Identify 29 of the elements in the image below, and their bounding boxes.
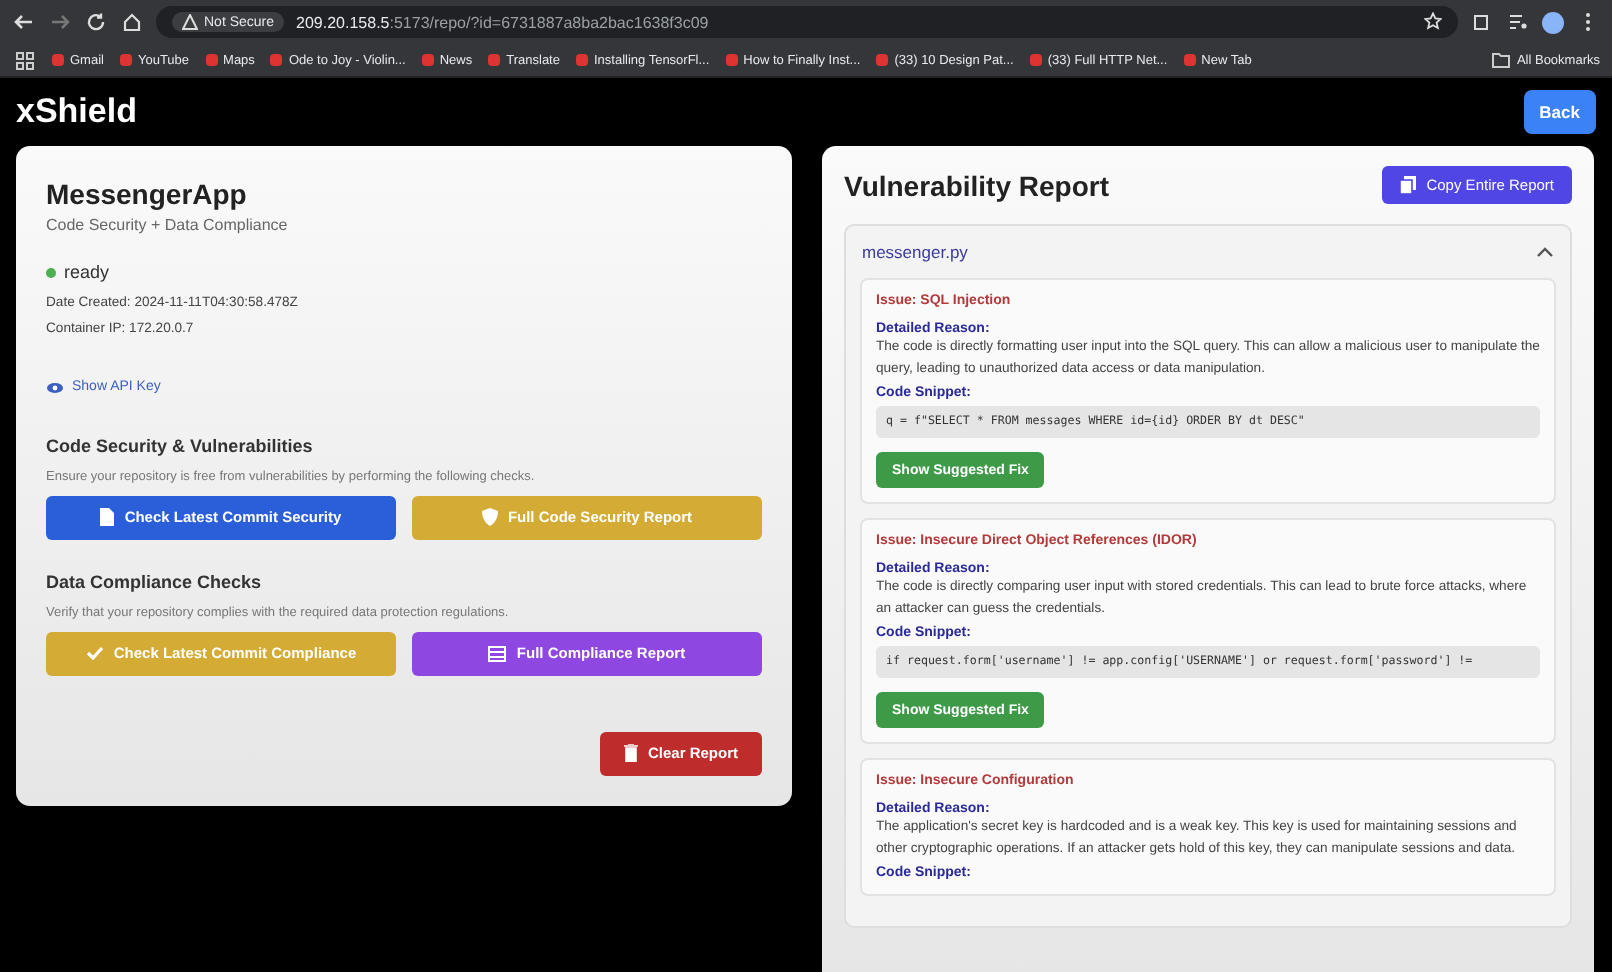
media-icon[interactable] xyxy=(1506,10,1530,34)
home-icon[interactable] xyxy=(120,10,144,34)
url-text: 209.20.158.5:5173/repo/?id=6731887a8ba2bac1638f3c09 xyxy=(296,13,711,31)
apps-grid-icon[interactable] xyxy=(12,48,36,72)
table-icon xyxy=(488,645,507,661)
shield-icon xyxy=(481,508,498,526)
folder-icon xyxy=(1492,52,1511,68)
reload-icon[interactable] xyxy=(84,10,108,34)
star-icon[interactable] xyxy=(1424,11,1442,33)
section-title: Data Compliance Checks xyxy=(46,571,264,591)
eye-icon xyxy=(46,381,64,393)
checkmark-icon xyxy=(85,646,104,660)
section-title: Code Security & Vulnerabilities xyxy=(46,435,315,455)
status-dot xyxy=(46,267,56,277)
accordion-header[interactable]: messenger.py xyxy=(860,226,1556,278)
copy-icon xyxy=(1400,176,1417,194)
back-button[interactable]: Back xyxy=(1523,90,1596,134)
app-logo-text: xShield xyxy=(16,92,137,132)
extensions-icon[interactable] xyxy=(1470,10,1494,34)
repository-subtitle: Code Security + Data Compliance xyxy=(46,216,290,234)
profile-avatar[interactable] xyxy=(1542,11,1564,33)
document-icon xyxy=(100,508,115,526)
status-text: ready xyxy=(64,262,110,282)
trash-icon xyxy=(623,744,638,762)
back-arrow-icon[interactable] xyxy=(12,10,36,34)
forward-arrow-icon[interactable] xyxy=(48,10,72,34)
repository-name: MessengerApp xyxy=(46,178,249,210)
chevron-icon xyxy=(1536,246,1554,258)
report-title: Vulnerability Report xyxy=(844,169,1110,201)
